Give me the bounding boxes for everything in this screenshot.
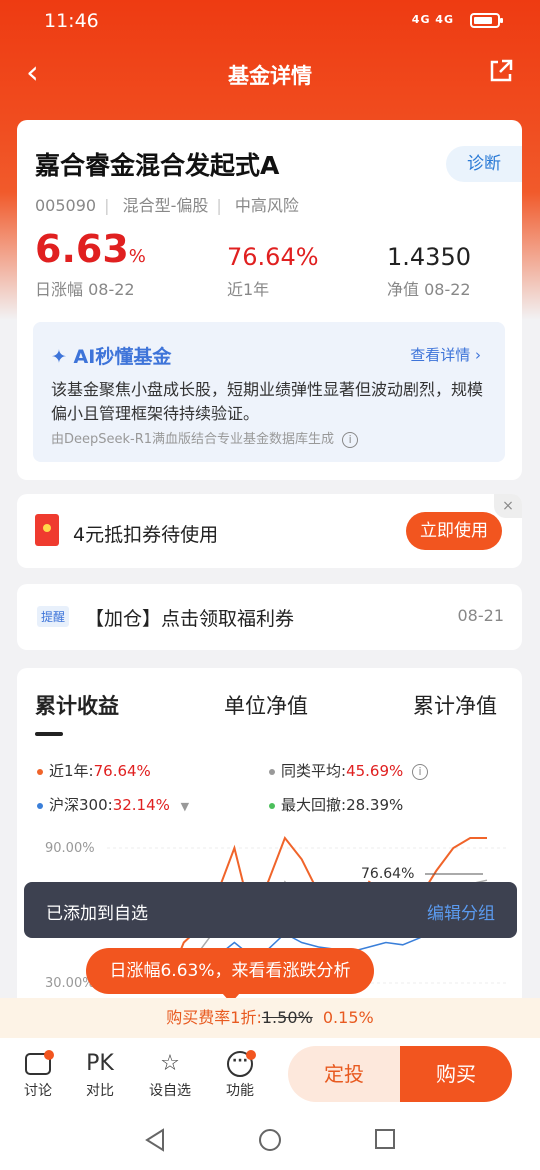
coupon-text: 4元抵扣券待使用 [73,524,219,546]
fund-name: 嘉合睿金混合发起式A [35,151,280,180]
legend-category-avg: 同类平均:45.69% i [269,760,429,781]
use-coupon-button[interactable]: 立即使用 [406,512,502,550]
red-envelope-icon [35,514,59,546]
nav-bar: ‹ 基金详情 [0,52,540,96]
toast-text: 已添加到自选 [46,904,148,924]
reminder-date: 08-21 [457,606,505,625]
buy-button[interactable]: 购买 [400,1046,512,1102]
fund-code: 005090 [35,196,97,215]
daily-change-unit: % [128,246,146,267]
info-icon[interactable]: i [342,431,359,448]
sparkle-icon: ✦ [51,346,67,368]
status-time: 11:46 [44,10,99,32]
info-icon[interactable]: i [412,763,429,780]
nav-value: 1.4350 [387,243,471,271]
legend-year: 近1年:76.64% [37,760,151,781]
battery-icon [470,13,503,28]
daily-change-value: 6.63 [35,227,129,271]
tab-cumulative-return[interactable]: 累计收益 [35,690,119,720]
back-triangle-icon[interactable] [144,1128,166,1156]
watchlist-button[interactable]: ☆ 设自选 [140,1048,200,1100]
year-return-value: 76.64% [227,243,319,271]
notification-dot [44,1050,54,1060]
old-fee: 1.50% [261,1008,313,1027]
ai-summary-text: 该基金聚焦小盘成长股，短期业绩弹性显著但波动剧烈，规模偏小且管理框架待持续验证。 [51,380,484,423]
edit-group-link[interactable]: 编辑分组 [427,899,495,924]
ai-summary-box[interactable]: ✦ AI秒懂基金 查看详情 › 该基金聚焦小盘成长股，短期业绩弹性显著但波动剧烈… [33,322,505,462]
chart-tabs: 累计收益 单位净值 累计净值 [17,690,522,736]
fund-type: 混合型-偏股 [122,196,209,215]
y-tick-label: 90.00% [45,841,95,856]
nav-stat: 1.4350 净值 08-22 [387,240,471,300]
coupon-card: 4元抵扣券待使用 立即使用 × [17,494,522,568]
notification-dot [246,1050,256,1060]
recents-square-icon[interactable] [374,1128,396,1154]
fund-risk: 中高风险 [234,196,299,215]
dropdown-icon: ▼ [180,800,190,813]
year-return-stat: 76.64% 近1年 [227,240,319,300]
year-return-label: 近1年 [227,280,270,299]
diagnose-button[interactable]: 诊断 [446,146,522,182]
discuss-button[interactable]: 讨论 [8,1048,68,1100]
ai-detail-link[interactable]: 查看详情 › [410,344,481,365]
status-bar: 11:46 4G 4G [44,8,503,34]
bottom-action-bar: 讨论 PK 对比 ☆ 设自选 ··· 功能 定投 购买 [0,1038,540,1110]
more-functions-button[interactable]: ··· 功能 [210,1048,270,1100]
pk-icon: PK [86,1051,114,1076]
new-fee: 0.15% [322,1008,374,1027]
fixed-invest-button[interactable]: 定投 [288,1046,400,1102]
daily-change-label: 日涨幅 08-22 [35,280,135,299]
legend-max-drawdown: 最大回撤:28.39% [269,794,403,815]
ai-footer: 由DeepSeek-R1满血版结合专业基金数据库生成 i [51,428,359,448]
signal-icon: 4G 4G [411,13,454,26]
star-icon: ☆ [160,1051,180,1076]
fund-meta: 005090 | 混合型-偏股 | 中高风险 [35,196,299,215]
legend-hs300[interactable]: 沪深300:32.14% ▼ [37,794,189,815]
page-title: 基金详情 [228,64,312,88]
ai-title: ✦ AI秒懂基金 [51,346,172,368]
home-circle-icon[interactable] [258,1128,282,1156]
fund-summary-card: 嘉合睿金混合发起式A 诊断 005090 | 混合型-偏股 | 中高风险 6.63%… [17,120,522,480]
reminder-tag: 提醒 [37,606,70,627]
nav-label: 净值 08-22 [387,280,471,299]
end-value-label: 76.64% [361,866,414,882]
daily-change-stat: 6.63% 日涨幅 08-22 [35,230,146,300]
reminder-text: 【加仓】点击领取福利券 [85,608,295,630]
share-icon[interactable] [488,58,514,84]
system-nav-bar [0,1110,540,1170]
analysis-bubble[interactable]: 日涨幅6.63%，来看看涨跌分析 [86,948,374,1003]
tab-cumulative-nav[interactable]: 累计净值 [413,690,497,720]
fee-bar: 购买费率1折:1.50% 0.15% [0,998,540,1038]
tab-unit-nav[interactable]: 单位净值 [224,690,308,720]
tab-underline [35,732,63,736]
close-icon[interactable]: × [494,494,522,518]
reminder-card[interactable]: 提醒 【加仓】点击领取福利券 08-21 [17,584,522,650]
compare-button[interactable]: PK 对比 [70,1048,130,1100]
added-to-watchlist-toast: 已添加到自选 编辑分组 [24,882,517,938]
